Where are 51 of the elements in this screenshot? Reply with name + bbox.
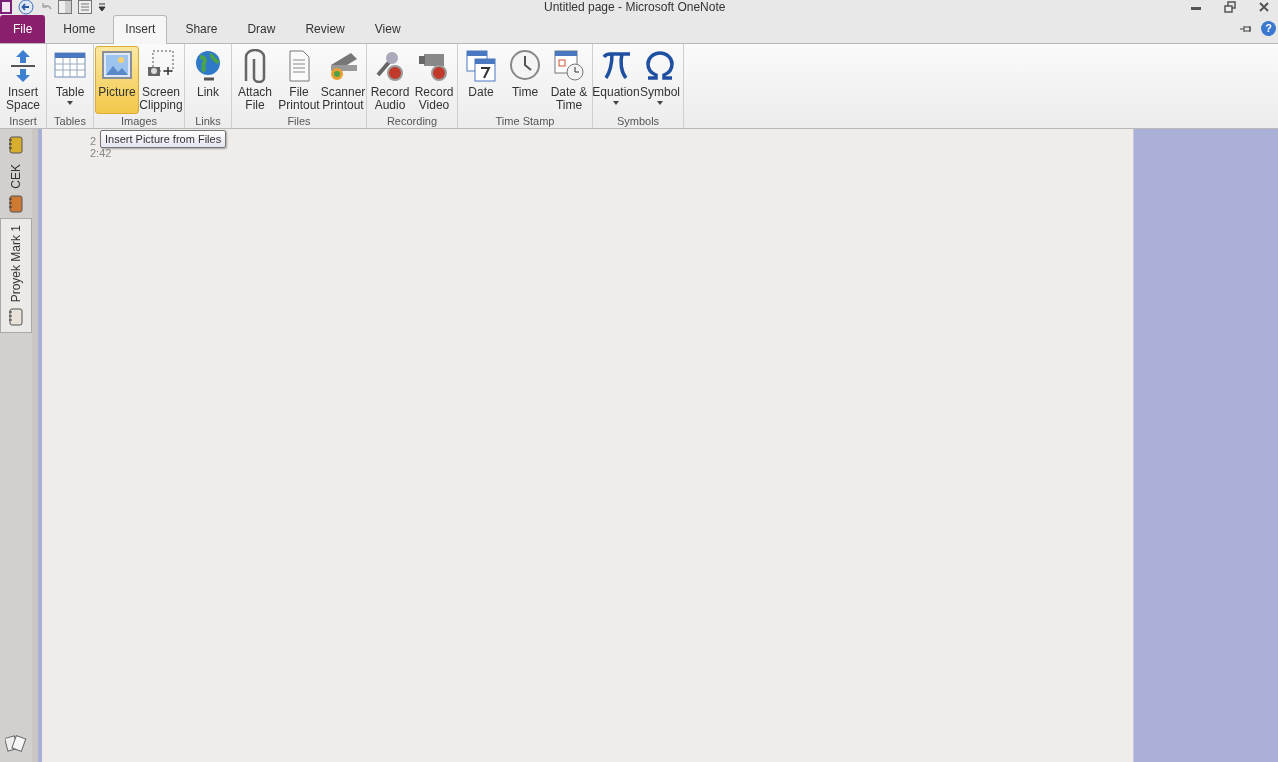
file-tab[interactable]: File	[0, 15, 46, 43]
ribbon-tab[interactable]: View	[362, 15, 413, 43]
pin-icon[interactable]	[1239, 23, 1253, 34]
ribbon-tab[interactable]: Share	[173, 15, 230, 43]
ribbon-button[interactable]: Record Video	[412, 46, 456, 114]
ribbon-group-label: Files	[287, 114, 311, 129]
calendar-icon	[465, 49, 497, 83]
customize-caret-icon[interactable]	[98, 2, 106, 12]
ribbon-button[interactable]: File Printout	[277, 46, 321, 114]
ribbon-tab[interactable]: Review	[293, 15, 357, 43]
ribbon-button[interactable]: Record Audio	[368, 46, 412, 114]
onenote-logo-icon[interactable]	[0, 0, 12, 14]
close-icon[interactable]	[1258, 1, 1270, 13]
dock-icon[interactable]	[58, 0, 72, 14]
all-notebooks-icon[interactable]	[5, 734, 27, 752]
ribbon-button[interactable]: Insert Space	[1, 46, 45, 114]
microphone-icon	[374, 49, 406, 83]
restore-icon[interactable]	[1224, 1, 1236, 13]
ribbon-button[interactable]: Screen Clipping	[139, 46, 183, 114]
ribbon-button[interactable]: Time	[503, 46, 547, 114]
omega-icon	[644, 49, 676, 83]
ribbon-button[interactable]: Equation	[594, 46, 638, 114]
note-text: 2	[90, 135, 97, 147]
note-text: 2:42	[90, 147, 112, 159]
back-icon[interactable]	[18, 0, 34, 15]
ribbon-group-label: Images	[120, 114, 158, 129]
ribbon-group-label: Links	[195, 114, 221, 129]
ribbon-tab[interactable]: Draw	[235, 15, 288, 43]
ribbon-button[interactable]: Table	[48, 46, 92, 114]
ribbon-button[interactable]: Picture	[95, 46, 139, 114]
clock-icon	[509, 49, 541, 83]
selected-notebook-tab[interactable]: Proyek Mark 1	[0, 217, 32, 334]
ribbon-tab[interactable]: Insert	[113, 15, 168, 44]
ribbon-group-label: Insert	[9, 114, 37, 129]
ribbon-button[interactable]: Link	[186, 46, 230, 114]
ribbon-button[interactable]: Symbol	[638, 46, 682, 114]
ribbon-tab[interactable]: Home	[51, 15, 108, 43]
ribbon-button[interactable]: Date & Time	[547, 46, 591, 114]
ribbon-group-label: Time Stamp	[495, 114, 555, 129]
ribbon-group-label: Tables	[54, 114, 86, 129]
ribbon-button[interactable]: Attach File	[233, 46, 277, 114]
ribbon-group-label: Symbols	[616, 114, 660, 129]
notebook-tab[interactable]: CEK	[0, 159, 32, 218]
calendar-clock-icon	[553, 49, 585, 83]
ribbon-group-label: Recording	[386, 114, 438, 129]
ribbon-button[interactable]: Date	[459, 46, 503, 114]
ribbon-button[interactable]: Scanner Printout	[321, 46, 365, 114]
tooltip: Insert Picture from Files	[100, 130, 227, 148]
page-view-icon[interactable]	[78, 0, 92, 14]
window-title: Untitled page - Microsoft OneNote	[544, 0, 726, 14]
help-button[interactable]: ?	[1261, 21, 1276, 36]
